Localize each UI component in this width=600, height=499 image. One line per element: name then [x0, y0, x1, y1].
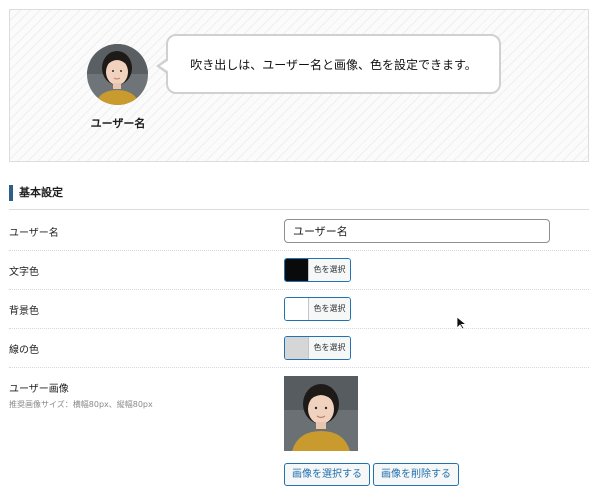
- section-divider: [9, 209, 589, 210]
- text-color-button-label: 色を選択: [309, 259, 350, 281]
- line-color-label: 線の色: [9, 345, 39, 356]
- row-divider: [9, 250, 589, 251]
- select-image-button[interactable]: 画像を選択する: [284, 463, 370, 486]
- user-image-label: ユーザー画像: [9, 384, 69, 395]
- line-color-button-label: 色を選択: [309, 337, 350, 359]
- row-divider: [9, 328, 589, 329]
- user-name-label: ユーザー名: [9, 228, 59, 239]
- bg-color-button-label: 色を選択: [309, 298, 350, 320]
- avatar-photo: [87, 44, 148, 105]
- bubble-text: 吹き出しは、ユーザー名と画像、色を設定できます。: [190, 57, 477, 72]
- text-color-picker[interactable]: 色を選択: [284, 258, 351, 282]
- user-name-input[interactable]: [284, 219, 550, 243]
- line-color-picker[interactable]: 色を選択: [284, 336, 351, 360]
- bg-color-label: 背景色: [9, 306, 39, 317]
- user-image-hint: 推奨画像サイズ：横幅80px、縦幅80px: [9, 400, 153, 409]
- remove-image-button[interactable]: 画像を削除する: [373, 463, 459, 486]
- avatar-name: ユーザー名: [90, 117, 146, 130]
- text-color-swatch: [285, 259, 309, 281]
- user-image-photo: [284, 376, 358, 451]
- user-image-preview: [284, 376, 358, 451]
- mouse-cursor-icon: [456, 316, 468, 330]
- bubble-tail-inner: [160, 60, 169, 72]
- text-color-label: 文字色: [9, 267, 39, 278]
- row-divider: [9, 367, 589, 368]
- row-divider: [9, 289, 589, 290]
- speech-bubble: 吹き出しは、ユーザー名と画像、色を設定できます。: [166, 34, 501, 94]
- bg-color-picker[interactable]: 色を選択: [284, 297, 351, 321]
- section-title: 基本設定: [9, 185, 63, 201]
- line-color-swatch: [285, 337, 309, 359]
- avatar: [87, 44, 148, 105]
- bg-color-swatch: [285, 298, 309, 320]
